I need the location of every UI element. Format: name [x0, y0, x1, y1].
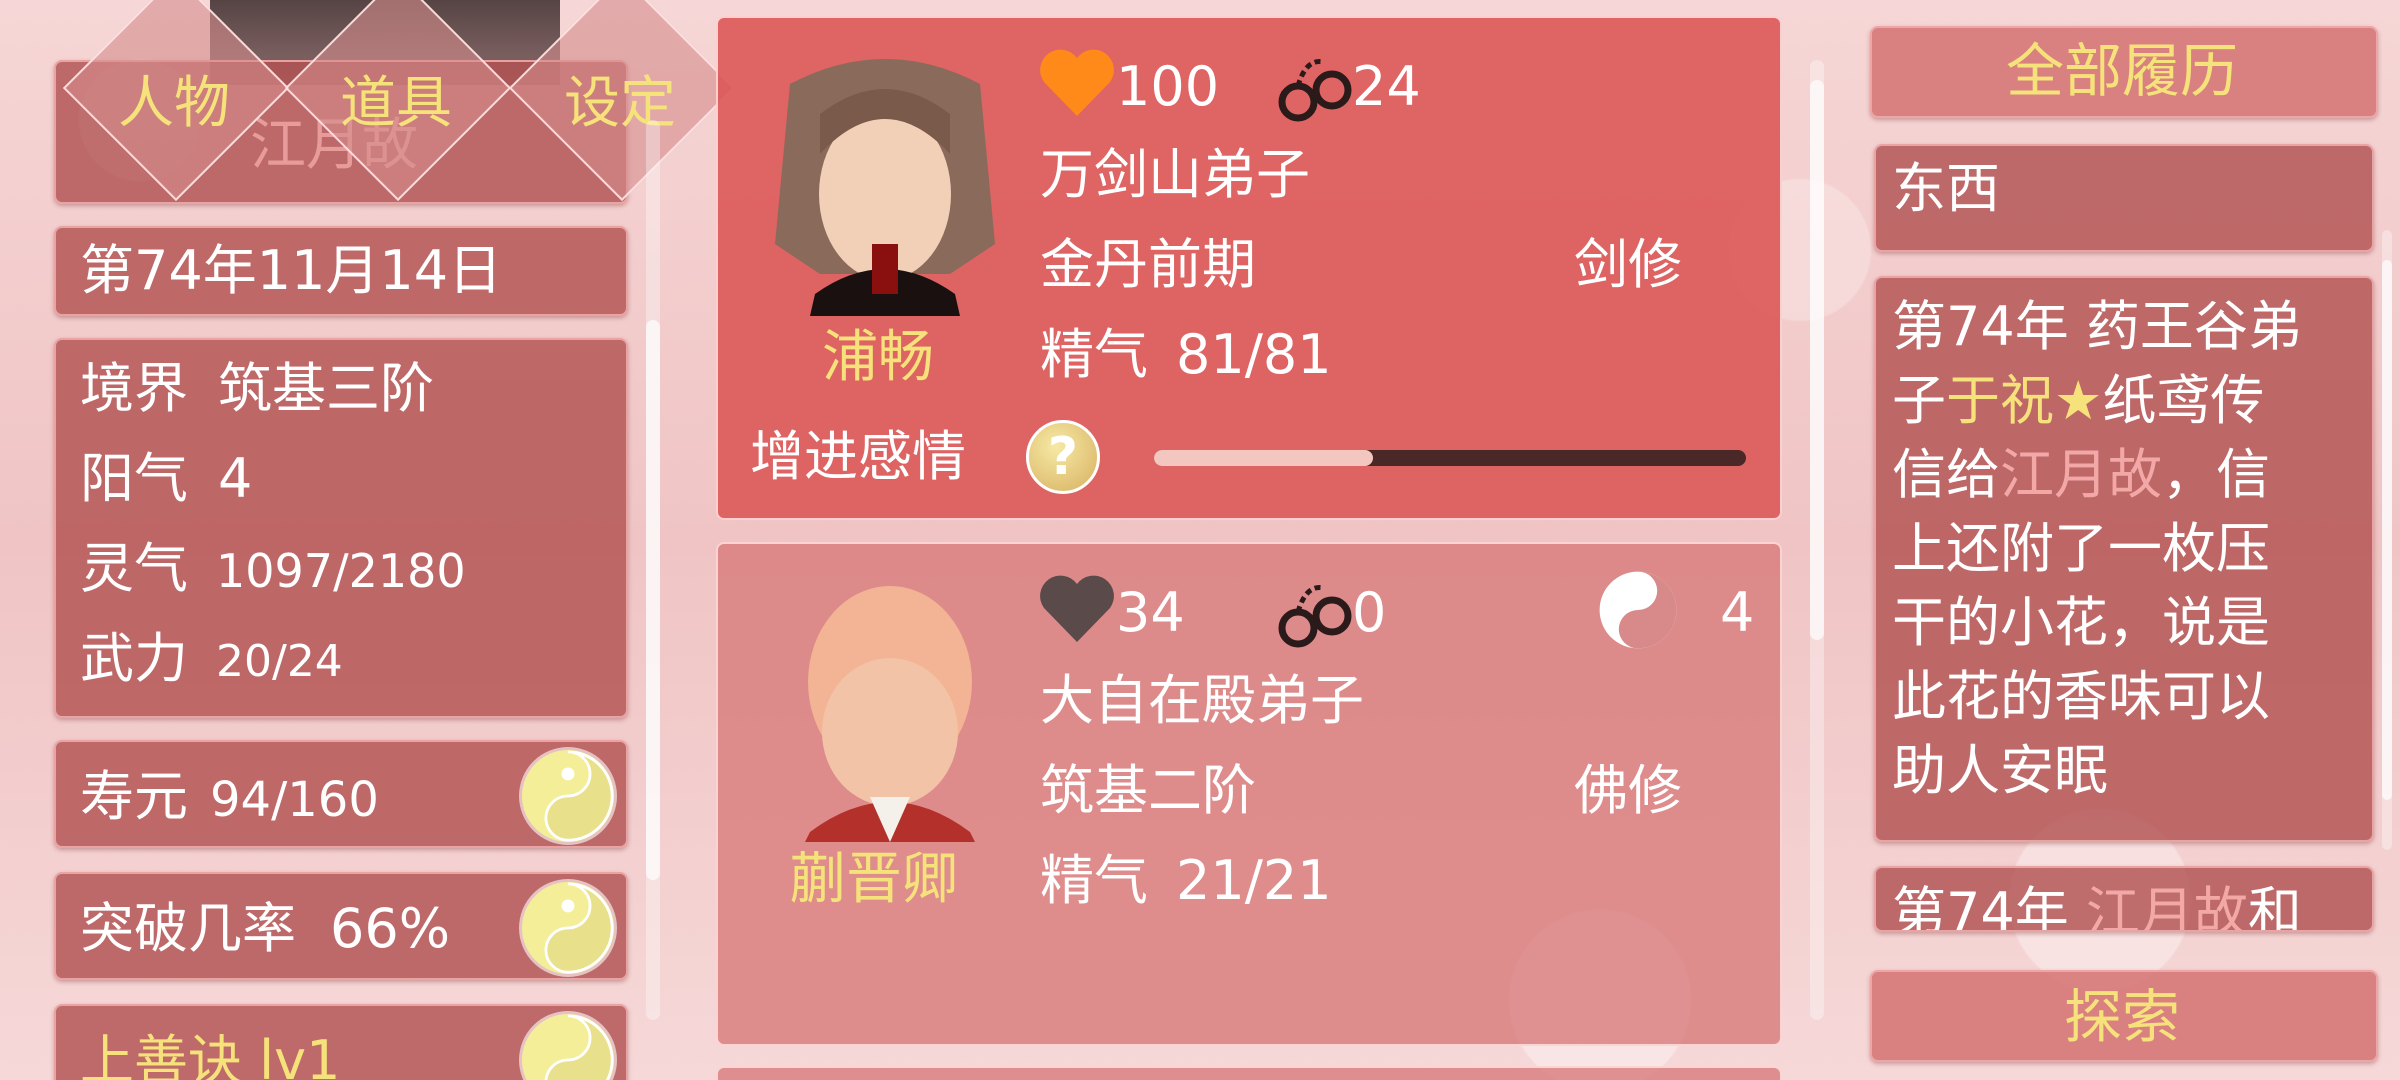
history-prev-entry-text: 东西 [1892, 157, 2000, 220]
history-entry-1-line3: 信给江月故，信 [1892, 443, 2270, 506]
skill-label: 上善诀 lv1 [80, 1029, 341, 1080]
character-2-affection-heart-icon [1038, 574, 1116, 644]
yang-value: 4 [218, 447, 253, 510]
realm-label: 境界 [80, 357, 188, 420]
character-2-yinyang-count: 4 [1720, 581, 1755, 644]
explore-label: 探索 [2064, 983, 2181, 1051]
skill-yinyang-icon[interactable] [522, 1014, 614, 1080]
character-2-realm: 筑基二阶 [1040, 759, 1256, 822]
nav-items-label: 道具 [340, 71, 452, 136]
history-entry-1-line1: 第74年 药王谷弟 [1892, 295, 2302, 358]
character-card-3[interactable] [716, 1066, 1782, 1080]
history-scrollbar-thumb[interactable] [2382, 260, 2392, 800]
spirit-value: 1097/2180 [216, 544, 466, 598]
center-scrollbar-thumb[interactable] [1810, 80, 1824, 640]
character-2-path: 佛修 [1574, 759, 1682, 822]
history-entry-1-line7: 助人安眠 [1892, 739, 2108, 802]
yang-label: 阳气 [80, 447, 188, 510]
character-1-handcuffs-icon [1276, 48, 1356, 128]
character-1-realm: 金丹前期 [1040, 233, 1256, 296]
character-2-restraint: 0 [1352, 581, 1387, 644]
history-entry-1-line5: 干的小花，说是 [1892, 591, 2270, 654]
character-2-handcuffs-icon [1276, 574, 1356, 654]
character-2-energy-label: 精气 [1040, 849, 1148, 912]
character-1-sect: 万剑山弟子 [1040, 143, 1310, 206]
history-title: 全部履历 [2006, 37, 2239, 105]
left-scrollbar-thumb[interactable] [646, 320, 660, 880]
character-2-affection: 34 [1116, 581, 1185, 644]
affection-progress-bar[interactable] [1154, 450, 1746, 466]
history-entry-1-line4: 上还附了一枚压 [1892, 517, 2270, 580]
character-2-energy: 21/21 [1176, 849, 1332, 912]
increase-affection-label: 增进感情 [750, 425, 966, 488]
history-entry-1-line6: 此花的香味可以 [1892, 665, 2270, 728]
nav-characters-label: 人物 [118, 71, 230, 136]
breakthrough-label: 突破几率 [80, 897, 296, 960]
character-2-yinyang-icon [1598, 570, 1678, 650]
character-1-affection: 100 [1116, 55, 1220, 118]
power-value: 20/24 [216, 636, 343, 687]
character-1-restraint: 24 [1352, 55, 1421, 118]
realm-value: 筑基三阶 [218, 357, 434, 420]
character-1-energy-label: 精气 [1040, 323, 1148, 386]
breakthrough-value: 66% [330, 897, 451, 960]
character-1-affection-heart-icon [1038, 48, 1116, 118]
breakthrough-yinyang-icon[interactable] [522, 882, 614, 974]
affection-progress-fill [1154, 450, 1374, 466]
character-2-name: 蒯晋卿 [790, 847, 958, 912]
history-entry-2-text: 第74年 江月故和 [1892, 881, 2302, 932]
spirit-label: 灵气 [80, 537, 188, 600]
lifespan-value: 94/160 [210, 772, 379, 828]
character-1-name: 浦畅 [822, 325, 934, 390]
character-1-energy: 81/81 [1176, 323, 1332, 386]
character-1-portrait[interactable] [760, 44, 1010, 316]
game-date: 第74年11月14日 [80, 239, 503, 302]
lifespan-label: 寿元 [80, 765, 188, 828]
character-1-path: 剑修 [1574, 233, 1682, 296]
power-label: 武力 [80, 627, 188, 690]
history-entry-1-line2: 子于祝★纸鸢传 [1892, 369, 2265, 432]
history-entry-2: 第74年 江月故和 [1874, 866, 2374, 932]
help-icon[interactable]: ? [1026, 420, 1100, 494]
character-2-sect: 大自在殿弟子 [1040, 669, 1364, 732]
character-2-portrait[interactable] [770, 582, 1010, 842]
lifespan-yinyang-icon[interactable] [522, 750, 614, 842]
